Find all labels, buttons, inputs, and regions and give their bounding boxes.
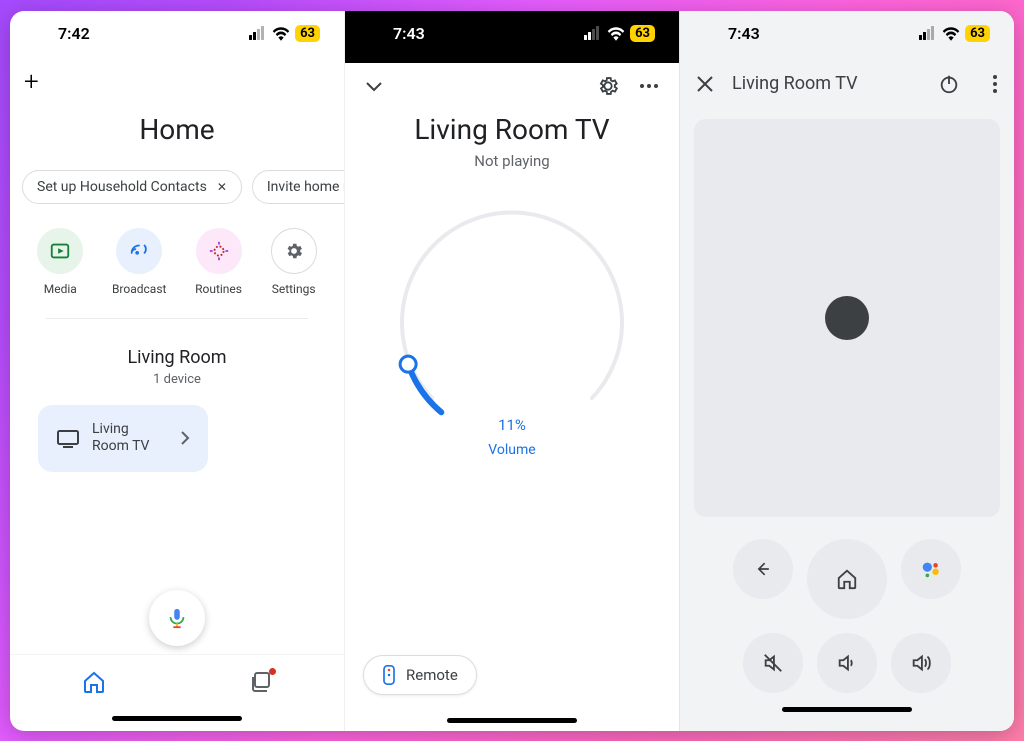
ios-home-indicator xyxy=(782,707,912,712)
status-time: 7:42 xyxy=(58,24,90,43)
chip-label: Set up Household Contacts xyxy=(37,179,207,195)
power-button[interactable] xyxy=(938,73,960,95)
status-time: 7:43 xyxy=(728,24,760,43)
cellular-signal-icon xyxy=(249,28,267,40)
battery-badge: 63 xyxy=(295,25,320,42)
quick-routines[interactable]: Routines xyxy=(195,228,242,296)
quick-label: Broadcast xyxy=(112,282,167,296)
bottom-nav xyxy=(10,654,344,710)
device-title: Living Room TV xyxy=(349,109,675,146)
close-icon xyxy=(696,75,714,93)
mute-icon xyxy=(762,652,784,674)
status-right: 63 xyxy=(249,25,320,42)
ios-home-indicator xyxy=(447,718,577,723)
device-card-living-room-tv[interactable]: Living Room TV xyxy=(38,405,208,472)
cellular-signal-icon xyxy=(919,28,937,40)
suggestion-chips: Set up Household Contacts ✕ Invite home … xyxy=(10,170,344,204)
quick-settings[interactable]: Settings xyxy=(271,228,317,296)
home-icon xyxy=(836,568,858,590)
remote-title: Living Room TV xyxy=(732,73,920,94)
phone-device-volume: 7:43 63 xyxy=(344,11,679,731)
status-bar: 7:43 63 xyxy=(680,11,1014,57)
nav-feed[interactable] xyxy=(249,670,273,694)
status-bar: 7:42 63 xyxy=(10,11,344,57)
remote-label: Remote xyxy=(406,666,458,684)
broadcast-icon xyxy=(128,240,150,262)
power-icon xyxy=(938,73,960,95)
remote-assistant-button[interactable] xyxy=(901,539,961,599)
media-icon xyxy=(49,240,71,262)
mic-icon xyxy=(166,607,188,629)
collapse-button[interactable] xyxy=(365,80,383,92)
more-horizontal-icon xyxy=(639,83,659,89)
status-bar: 7:43 63 xyxy=(345,11,679,57)
wifi-icon xyxy=(607,27,625,41)
device-status: Not playing xyxy=(349,146,675,198)
room-name: Living Room xyxy=(10,325,344,372)
remote-home-button[interactable] xyxy=(807,539,887,619)
volume-dial[interactable] xyxy=(392,208,632,448)
nav-home[interactable] xyxy=(82,670,106,694)
gear-icon xyxy=(597,75,619,97)
close-button[interactable] xyxy=(696,75,714,93)
phone-home-screen: 7:42 63 + Home Set up Household Contacts… xyxy=(10,11,344,731)
phone-remote-screen: 7:43 63 Living Room TV xyxy=(679,11,1014,731)
chevron-right-icon xyxy=(180,430,190,446)
chip-setup-contacts[interactable]: Set up Household Contacts ✕ xyxy=(22,170,242,204)
device-settings-button[interactable] xyxy=(597,75,619,97)
cellular-signal-icon xyxy=(584,28,602,40)
chip-label: Invite home mem xyxy=(267,179,344,195)
remote-icon xyxy=(382,665,396,685)
quick-label: Settings xyxy=(272,282,316,296)
device-name: Living Room TV xyxy=(92,421,168,456)
volume-up-icon xyxy=(910,652,932,674)
divider xyxy=(46,318,308,319)
ios-home-indicator xyxy=(112,716,242,721)
quick-broadcast[interactable]: Broadcast xyxy=(112,228,167,296)
chevron-down-icon xyxy=(365,80,383,92)
volume-dial-track-icon xyxy=(392,208,632,448)
remote-touchpad[interactable] xyxy=(694,119,1000,517)
open-remote-button[interactable]: Remote xyxy=(363,655,477,695)
more-button[interactable] xyxy=(639,83,659,89)
status-time: 7:43 xyxy=(393,24,425,43)
quick-label: Routines xyxy=(195,282,242,296)
quick-media[interactable]: Media xyxy=(37,228,83,296)
battery-badge: 63 xyxy=(630,25,655,42)
remote-mute-button[interactable] xyxy=(743,633,803,693)
overflow-button[interactable] xyxy=(992,74,998,94)
notification-dot-icon xyxy=(269,668,276,675)
close-icon[interactable]: ✕ xyxy=(217,180,227,194)
more-vertical-icon xyxy=(992,74,998,94)
quick-label: Media xyxy=(44,282,77,296)
wifi-icon xyxy=(272,27,290,41)
remote-back-button[interactable] xyxy=(733,539,793,599)
remote-volume-up-button[interactable] xyxy=(891,633,951,693)
quick-actions-row: Media Broadcast Routines Settings xyxy=(10,204,344,312)
volume-down-icon xyxy=(836,652,858,674)
assistant-mic-button[interactable] xyxy=(149,590,205,646)
remote-volume-down-button[interactable] xyxy=(817,633,877,693)
wifi-icon xyxy=(942,27,960,41)
gear-icon xyxy=(284,241,304,261)
battery-badge: 63 xyxy=(965,25,990,42)
arrow-left-icon xyxy=(753,559,773,579)
add-button[interactable]: + xyxy=(24,69,39,95)
touchpad-cursor-dot xyxy=(825,296,869,340)
room-device-count: 1 device xyxy=(10,372,344,405)
home-icon xyxy=(82,670,106,694)
tv-icon xyxy=(56,426,80,450)
assistant-icon xyxy=(920,558,942,580)
routines-icon xyxy=(208,240,230,262)
three-phone-frame: 7:42 63 + Home Set up Household Contacts… xyxy=(10,11,1014,731)
chip-invite-members[interactable]: Invite home mem xyxy=(252,170,344,204)
home-title: Home xyxy=(10,107,344,170)
